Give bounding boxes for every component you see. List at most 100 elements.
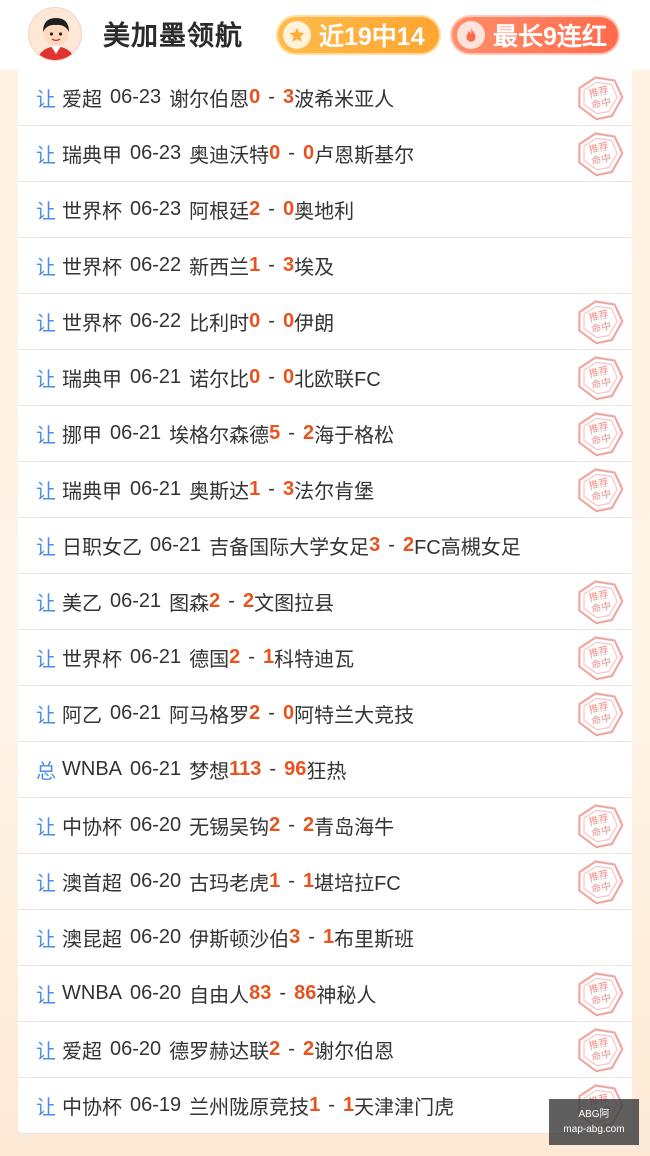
hit-stamp-icon: 推荐命中 bbox=[574, 298, 626, 346]
league-name: 阿乙 bbox=[62, 705, 102, 727]
score-separator: - bbox=[268, 198, 275, 220]
home-team: 伊斯顿沙伯 bbox=[189, 929, 290, 951]
home-score: 0 bbox=[249, 86, 261, 108]
home-score: 1 bbox=[249, 478, 261, 500]
home-team: 吉备国际大学女足 bbox=[209, 537, 370, 559]
away-score: 0 bbox=[282, 198, 295, 220]
away-team: 海于格松 bbox=[314, 425, 395, 447]
league-name: 美乙 bbox=[62, 593, 102, 615]
league-name: 中协杯 bbox=[62, 817, 122, 839]
match-date: 06-19 bbox=[130, 1094, 182, 1116]
match-row[interactable]: 让阿乙 06-21 阿马格罗 2-0 阿特兰大竞技 推荐 命中 bbox=[18, 686, 632, 742]
avatar[interactable] bbox=[28, 7, 82, 61]
score-separator: - bbox=[308, 926, 315, 948]
match-row[interactable]: 让澳昆超 06-20 伊斯顿沙伯 3-1 布里斯班 bbox=[18, 910, 632, 966]
away-team: 狂热 bbox=[306, 761, 347, 783]
home-score: 0 bbox=[249, 366, 261, 388]
bet-type-label: 让 bbox=[36, 929, 56, 951]
match-row[interactable]: 让瑞典甲 06-23 奥迪沃特 0-0 卢恩斯基尔 推荐 命中 bbox=[18, 126, 632, 182]
away-team: 阿特兰大竞技 bbox=[294, 705, 415, 727]
league-name: 挪甲 bbox=[62, 425, 102, 447]
away-score: 0 bbox=[282, 310, 295, 332]
hit-stamp-icon: 推荐命中 bbox=[574, 130, 626, 178]
bet-type-label: 让 bbox=[36, 1097, 56, 1119]
match-date: 06-22 bbox=[130, 254, 182, 276]
bet-type-label: 让 bbox=[36, 985, 56, 1007]
match-row[interactable]: 让世界杯 06-22 新西兰 1-3 埃及 bbox=[18, 238, 632, 294]
away-score: 2 bbox=[242, 590, 255, 612]
away-team: 堪培拉FC bbox=[314, 873, 401, 895]
bet-type-label: 让 bbox=[36, 89, 56, 111]
match-date: 06-23 bbox=[110, 86, 162, 108]
score-separator: - bbox=[279, 982, 287, 1004]
match-row[interactable]: 总 WNBA 06-21 梦想 113-96 狂热 bbox=[18, 742, 632, 798]
hit-stamp-icon: 推荐命中 bbox=[574, 354, 626, 402]
match-row[interactable]: 让世界杯 06-23 阿根廷 2-0 奥地利 bbox=[18, 182, 632, 238]
league-name: 日职女乙 bbox=[62, 537, 142, 559]
score-separator: - bbox=[269, 758, 277, 780]
match-date: 06-21 bbox=[130, 366, 182, 388]
match-row[interactable]: 让中协杯 06-20 无锡吴钩 2-2 青岛海牛 推荐 命中 bbox=[18, 798, 632, 854]
match-row[interactable]: 让挪甲 06-21 埃格尔森德 5-2 海于格松 推荐 命中 bbox=[18, 406, 632, 462]
match-date: 06-23 bbox=[130, 198, 182, 220]
match-date: 06-20 bbox=[130, 926, 182, 948]
match-date: 06-20 bbox=[130, 870, 182, 892]
match-row[interactable]: 让瑞典甲 06-21 诺尔比 0-0 北欧联FC 推荐 命中 bbox=[18, 350, 632, 406]
away-score: 1 bbox=[322, 926, 335, 948]
league-name: 澳首超 bbox=[62, 873, 122, 895]
expert-header: 美加墨领航 近19中14 最长9连红 bbox=[0, 0, 650, 70]
home-team: 梦想 bbox=[189, 761, 230, 783]
away-score: 3 bbox=[282, 254, 295, 276]
score-separator: - bbox=[288, 1038, 295, 1060]
match-date: 06-21 bbox=[110, 590, 162, 612]
away-score: 0 bbox=[282, 702, 295, 724]
away-team: 神秘人 bbox=[316, 985, 377, 1007]
home-score: 1 bbox=[309, 1094, 321, 1116]
home-score: 113 bbox=[229, 758, 262, 780]
match-row[interactable]: 让 WNBA 06-20 自由人 83-86 神秘人 推荐 命中 bbox=[18, 966, 632, 1022]
away-score: 2 bbox=[302, 1038, 315, 1060]
home-team: 德国 bbox=[189, 649, 230, 671]
hit-stamp-icon: 推荐命中 bbox=[574, 802, 626, 850]
match-row[interactable]: 让爱超 06-20 德罗赫达联 2-2 谢尔伯恩 推荐 命中 bbox=[18, 1022, 632, 1078]
home-score: 1 bbox=[269, 870, 281, 892]
score-separator: - bbox=[268, 702, 275, 724]
match-row[interactable]: 让澳首超 06-20 古玛老虎 1-1 堪培拉FC 推荐 命中 bbox=[18, 854, 632, 910]
home-score: 2 bbox=[209, 590, 221, 612]
match-date: 06-22 bbox=[130, 310, 182, 332]
home-score: 2 bbox=[249, 198, 261, 220]
away-team: 波希米亚人 bbox=[294, 89, 395, 111]
hit-stamp-icon: 推荐命中 bbox=[574, 466, 626, 514]
away-team: 伊朗 bbox=[294, 313, 335, 335]
score-separator: - bbox=[288, 422, 295, 444]
score-separator: - bbox=[288, 814, 295, 836]
away-team: FC高槻女足 bbox=[414, 537, 521, 559]
home-score: 2 bbox=[249, 702, 261, 724]
hit-stamp-icon: 推荐命中 bbox=[574, 578, 626, 626]
expert-name: 美加墨领航 bbox=[103, 21, 243, 51]
score-separator: - bbox=[288, 870, 295, 892]
away-team: 埃及 bbox=[294, 257, 335, 279]
match-row[interactable]: 让美乙 06-21 图森 2-2 文图拉县 推荐 命中 bbox=[18, 574, 632, 630]
match-row[interactable]: 让瑞典甲 06-21 奥斯达 1-3 法尔肯堡 推荐 命中 bbox=[18, 462, 632, 518]
match-row[interactable]: 让中协杯06-19兰州陇原竞技1-1天津津门虎推荐命中 bbox=[18, 1078, 632, 1134]
hit-stamp-icon: 推荐命中 bbox=[574, 858, 626, 906]
match-row[interactable]: 让日职女乙 06-21 吉备国际大学女足 3-2 FC高槻女足 bbox=[18, 518, 632, 574]
match-list: 让爱超 06-23 谢尔伯恩 0-3 波希米亚人 推荐 命中让瑞典甲 06-23 奥迪沃特 0-0… bbox=[18, 70, 632, 1134]
league-name: WNBA bbox=[62, 982, 122, 1004]
match-row[interactable]: 让世界杯 06-22 比利时 0-0 伊朗 推荐 命中 bbox=[18, 294, 632, 350]
away-team: 奥地利 bbox=[294, 201, 355, 223]
bet-type-label: 让 bbox=[36, 313, 56, 335]
home-score: 2 bbox=[269, 1038, 281, 1060]
home-team: 图森 bbox=[169, 593, 210, 615]
away-team: 天津津门虎 bbox=[354, 1097, 455, 1119]
watermark-line-2: map-abg.com bbox=[563, 1124, 625, 1135]
bet-type-label: 总 bbox=[36, 761, 56, 783]
score-separator: - bbox=[268, 478, 275, 500]
hit-stamp-icon: 推荐命中 bbox=[574, 410, 626, 458]
match-row[interactable]: 让世界杯 06-21 德国 2-1 科特迪瓦 推荐 命中 bbox=[18, 630, 632, 686]
away-team: 法尔肯堡 bbox=[294, 481, 375, 503]
hit-stamp-icon: 推荐命中 bbox=[574, 634, 626, 682]
match-date: 06-23 bbox=[130, 142, 182, 164]
match-row[interactable]: 让爱超 06-23 谢尔伯恩 0-3 波希米亚人 推荐 命中 bbox=[18, 70, 632, 126]
